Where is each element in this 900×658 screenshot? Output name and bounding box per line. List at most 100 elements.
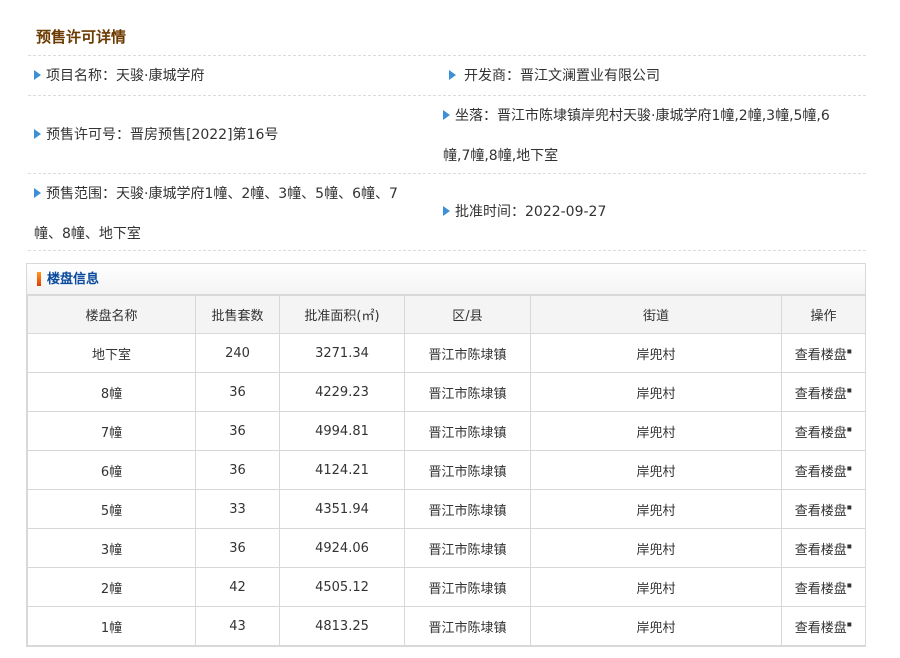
permit-number-text: 预售许可号：晋房预售[2022]第16号 [46, 126, 279, 143]
panel-title: 楼盘信息 [47, 272, 100, 287]
action-cell: 查看楼盘▪ [781, 567, 866, 607]
area-cell: 4351.94 [279, 489, 405, 529]
table-header-row: 楼盘名称 批售套数 批准面积(㎡) 区/县 街道 操作 [27, 295, 866, 334]
view-building-link[interactable]: 查看楼盘▪ [794, 346, 853, 363]
view-building-link[interactable]: 查看楼盘▪ [794, 502, 853, 519]
street-cell: 岸兜村 [530, 489, 782, 529]
column-header: 楼盘名称 [27, 295, 196, 334]
view-building-label: 查看楼盘 [794, 347, 847, 363]
action-cell: 查看楼盘▪ [781, 528, 866, 568]
building-name-cell: 7幢 [27, 411, 196, 451]
units-cell: 42 [195, 567, 280, 607]
location-text-line2: 幢,7幢,8幢,地下室 [443, 148, 559, 164]
building-name-cell: 2幢 [27, 567, 196, 607]
action-cell: 查看楼盘▪ [781, 606, 866, 646]
orange-bar-icon [37, 271, 41, 286]
building-name-cell: 5幢 [27, 489, 196, 529]
view-building-link[interactable]: 查看楼盘▪ [794, 463, 853, 480]
external-link-icon: ▪ [846, 463, 853, 473]
view-building-label: 查看楼盘 [794, 425, 847, 441]
table-row: 3幢 36 4924.06 晋江市陈埭镇 岸兜村 查看楼盘▪ [27, 528, 866, 568]
triangle-bullet-icon [34, 69, 41, 80]
scope-text-line1: 预售范围：天骏·康城学府1幢、2幢、3幢、5幢、6幢、7 [46, 186, 398, 202]
table-row: 8幢 36 4229.23 晋江市陈埭镇 岸兜村 查看楼盘▪ [27, 372, 866, 412]
external-link-icon: ▪ [846, 619, 853, 629]
developer-text: 开发商：晋江文澜置业有限公司 [464, 67, 660, 84]
triangle-bullet-icon [443, 206, 450, 216]
external-link-icon: ▪ [846, 541, 853, 551]
view-building-label: 查看楼盘 [794, 581, 847, 597]
units-cell: 36 [195, 528, 280, 568]
column-header: 批准面积(㎡) [279, 295, 405, 334]
details-row: 项目名称：天骏·康城学府 开发商：晋江文澜置业有限公司 [28, 55, 866, 95]
building-name-cell: 地下室 [27, 333, 196, 373]
triangle-bullet-icon [443, 110, 450, 120]
external-link-icon: ▪ [846, 385, 853, 395]
table-row: 2幢 42 4505.12 晋江市陈埭镇 岸兜村 查看楼盘▪ [27, 567, 866, 607]
action-cell: 查看楼盘▪ [781, 489, 866, 529]
view-building-label: 查看楼盘 [794, 464, 847, 480]
building-name-cell: 3幢 [27, 528, 196, 568]
project-name-field: 项目名称：天骏·康城学府 [28, 56, 439, 95]
building-name-cell: 6幢 [27, 450, 196, 490]
district-cell: 晋江市陈埭镇 [404, 333, 531, 373]
view-building-link[interactable]: 查看楼盘▪ [794, 580, 852, 597]
view-building-link[interactable]: 查看楼盘▪ [794, 541, 853, 558]
street-cell: 岸兜村 [530, 606, 782, 646]
action-cell: 查看楼盘▪ [781, 333, 866, 373]
view-building-label: 查看楼盘 [794, 620, 847, 636]
column-header: 操作 [781, 295, 866, 334]
action-cell: 查看楼盘▪ [781, 450, 866, 490]
view-building-label: 查看楼盘 [794, 503, 847, 519]
street-cell: 岸兜村 [530, 372, 782, 412]
units-cell: 240 [195, 333, 280, 373]
district-cell: 晋江市陈埭镇 [404, 450, 531, 490]
street-cell: 岸兜村 [530, 567, 782, 607]
district-cell: 晋江市陈埭镇 [404, 528, 531, 568]
district-cell: 晋江市陈埭镇 [404, 372, 531, 412]
district-cell: 晋江市陈埭镇 [404, 606, 531, 646]
triangle-bullet-icon [449, 69, 456, 80]
units-cell: 43 [195, 606, 280, 646]
location-field: 坐落：晋江市陈埭镇岸兜村天骏·康城学府1幢,2幢,3幢,5幢,6 幢,7幢,8幢… [439, 96, 866, 173]
district-cell: 晋江市陈埭镇 [404, 489, 531, 529]
external-link-icon: ▪ [846, 424, 853, 434]
developer-field: 开发商：晋江文澜置业有限公司 [439, 56, 866, 95]
view-building-link[interactable]: 查看楼盘▪ [795, 385, 853, 401]
action-cell: 查看楼盘▪ [781, 372, 866, 412]
units-cell: 36 [195, 411, 280, 451]
approval-time-field: 批准时间：2022-09-27 [439, 174, 866, 250]
building-table: 楼盘名称 批售套数 批准面积(㎡) 区/县 街道 操作 地下室 240 3271.3… [27, 295, 866, 646]
area-cell: 4124.21 [279, 450, 405, 490]
triangle-bullet-icon [34, 128, 41, 139]
district-cell: 晋江市陈埭镇 [404, 411, 531, 451]
units-cell: 36 [195, 450, 280, 490]
table-row: 地下室 240 3271.34 晋江市陈埭镇 岸兜村 查看楼盘▪ [27, 333, 866, 373]
permit-number-field: 预售许可号：晋房预售[2022]第16号 [28, 96, 439, 173]
column-header: 批售套数 [195, 295, 280, 334]
view-building-link[interactable]: 查看楼盘▪ [794, 424, 853, 441]
street-cell: 岸兜村 [530, 411, 782, 451]
view-building-label: 查看楼盘 [794, 542, 847, 558]
page-title: 预售许可详情 [36, 28, 127, 46]
scope-text-line2: 幢、8幢、地下室 [34, 226, 141, 242]
column-header: 区/县 [404, 295, 531, 334]
scope-field: 预售范围：天骏·康城学府1幢、2幢、3幢、5幢、6幢、7 幢、8幢、地下室 [28, 174, 439, 250]
external-link-icon: ▪ [846, 502, 853, 512]
table-row: 5幢 33 4351.94 晋江市陈埭镇 岸兜村 查看楼盘▪ [27, 489, 866, 529]
project-name-text: 项目名称：天骏·康城学府 [46, 67, 205, 84]
panel-header: 楼盘信息 [27, 264, 865, 295]
approval-time-text: 批准时间：2022-09-27 [455, 204, 607, 220]
external-link-icon: ▪ [846, 346, 853, 356]
area-cell: 3271.34 [279, 333, 405, 373]
units-cell: 36 [195, 372, 280, 412]
building-info-panel: 楼盘信息 楼盘名称 批售套数 批准面积(㎡) 区/县 街道 操作 地下室 240 3… [26, 263, 866, 647]
view-building-link[interactable]: 查看楼盘▪ [794, 619, 853, 636]
area-cell: 4813.25 [279, 606, 405, 646]
location-text-line1: 坐落：晋江市陈埭镇岸兜村天骏·康城学府1幢,2幢,3幢,5幢,6 [455, 108, 830, 124]
area-cell: 4229.23 [279, 372, 405, 412]
building-name-cell: 8幢 [27, 372, 196, 412]
units-cell: 33 [195, 489, 280, 529]
triangle-bullet-icon [34, 188, 41, 198]
table-row: 1幢 43 4813.25 晋江市陈埭镇 岸兜村 查看楼盘▪ [27, 606, 866, 646]
